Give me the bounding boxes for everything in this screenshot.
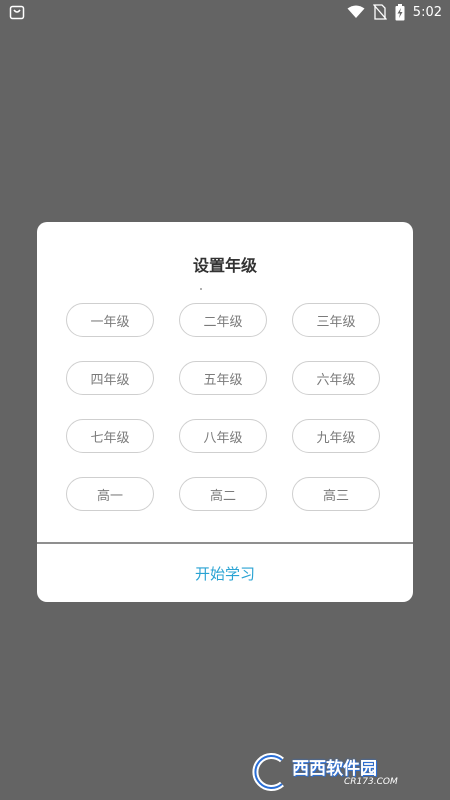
start-learning-button[interactable]: 开始学习	[37, 544, 413, 602]
status-bar: 5:02	[0, 0, 450, 24]
grade-option-5[interactable]: 五年级	[179, 361, 267, 395]
battery-charging-icon	[395, 3, 405, 20]
grade-dialog: 设置年级 一年级 二年级 三年级 四年级 五年级 六年级 七年级 八年级 九年级…	[37, 222, 413, 602]
grade-option-9[interactable]: 九年级	[292, 419, 380, 453]
grade-option-2[interactable]: 二年级	[179, 303, 267, 337]
grade-option-high-2[interactable]: 高二	[179, 477, 267, 511]
status-time: 5:02	[412, 4, 442, 20]
grade-option-4[interactable]: 四年级	[66, 361, 154, 395]
grade-option-3[interactable]: 三年级	[292, 303, 380, 337]
decorative-dot	[200, 288, 202, 290]
watermark-logo: 西西软件园 CR173.COM	[248, 750, 438, 794]
status-icons: 5:02	[347, 3, 442, 21]
dialog-title: 设置年级	[192, 256, 257, 275]
shopping-bag-icon	[9, 5, 25, 20]
grade-option-6[interactable]: 六年级	[292, 361, 380, 395]
grade-option-high-3[interactable]: 高三	[292, 477, 380, 511]
watermark-text: 西西软件园	[292, 759, 377, 779]
watermark-subtext: CR173.COM	[344, 777, 398, 787]
grade-option-high-1[interactable]: 高一	[66, 477, 154, 511]
watermark-c-icon	[252, 753, 284, 791]
grade-option-8[interactable]: 八年级	[179, 419, 267, 453]
grade-option-1[interactable]: 一年级	[66, 303, 154, 337]
no-sim-icon	[372, 4, 387, 20]
grade-option-7[interactable]: 七年级	[66, 419, 154, 453]
wifi-icon	[347, 5, 365, 18]
